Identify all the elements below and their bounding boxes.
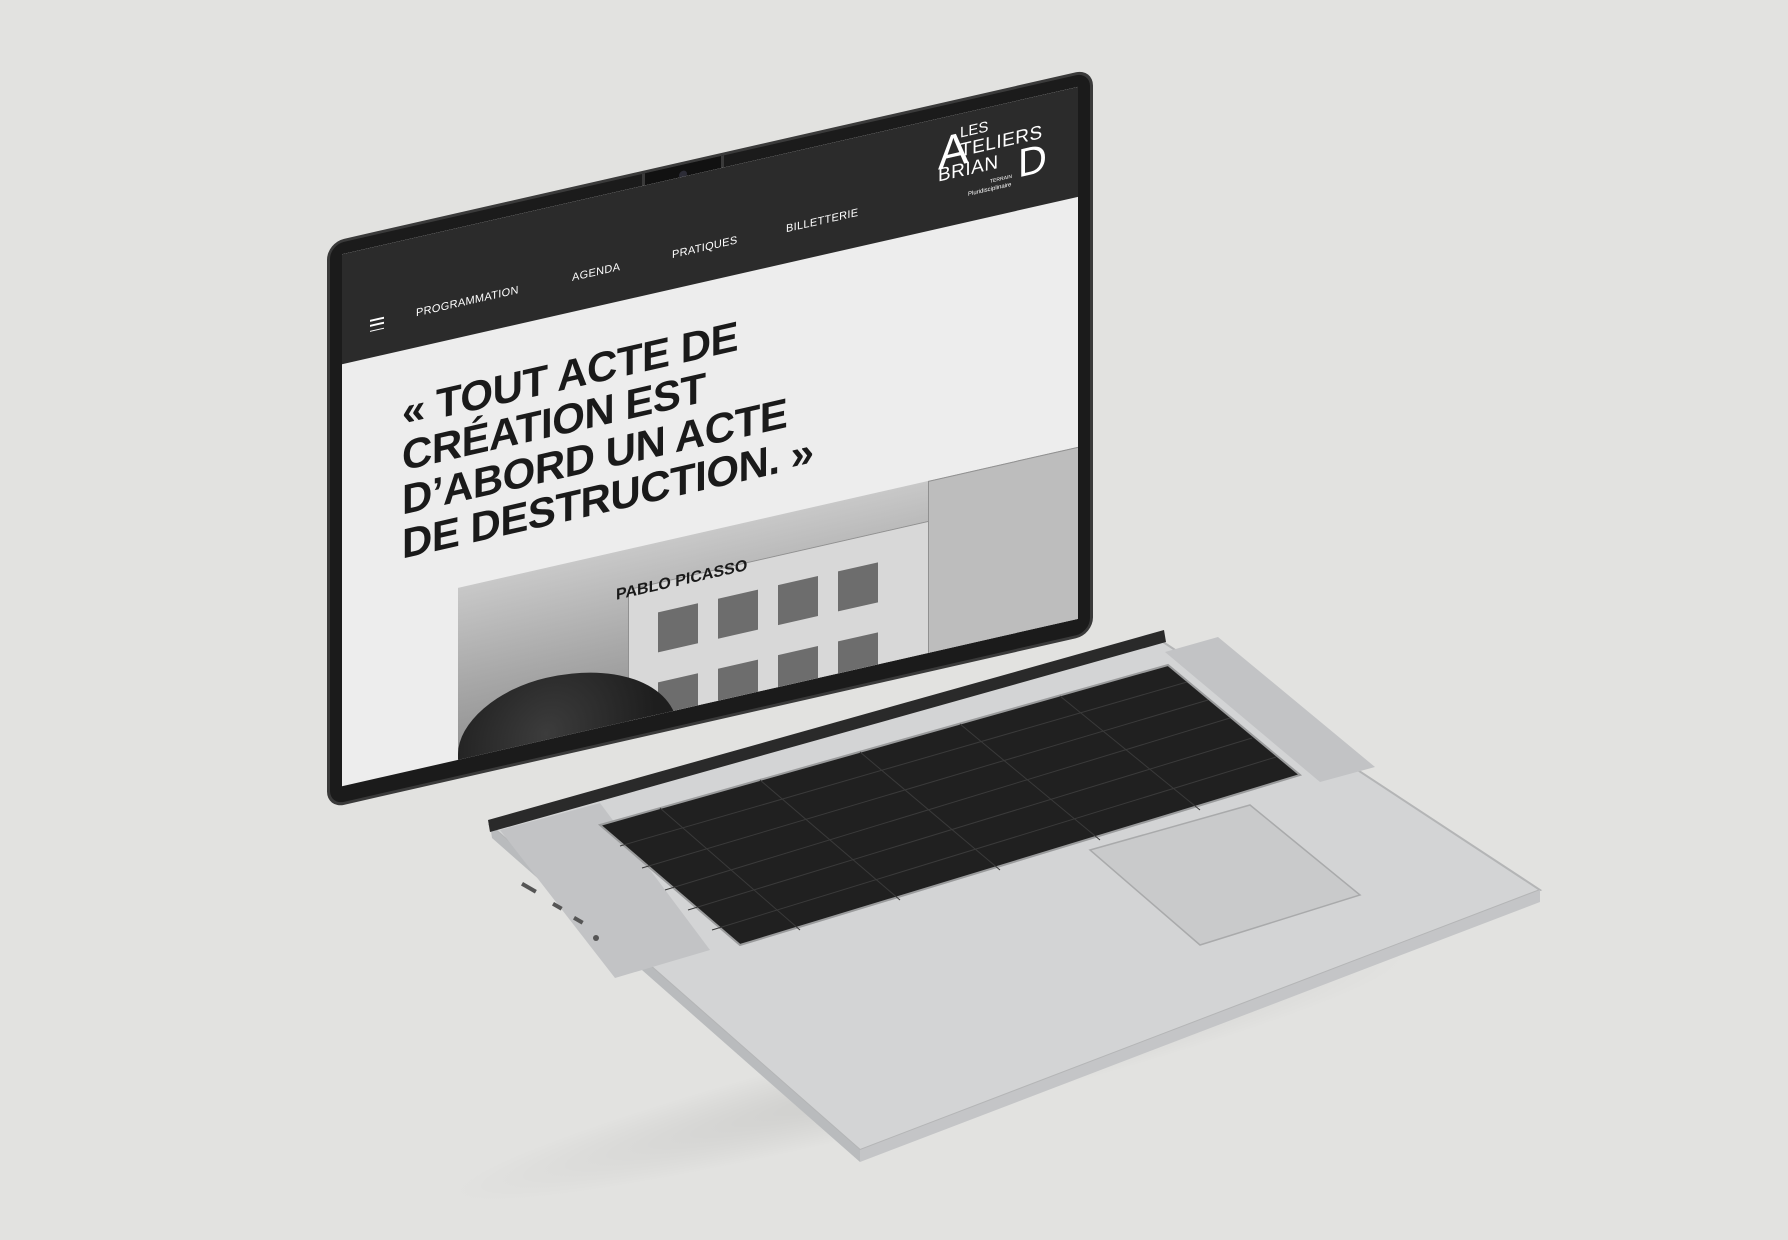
- hamburger-menu-icon[interactable]: [370, 316, 384, 332]
- nav-agenda[interactable]: AGENDA: [572, 261, 620, 284]
- site-logo[interactable]: A LES TELIERS BRIAN D TERRAIN Pluridisci…: [938, 101, 1058, 224]
- nav-billetterie[interactable]: BILLETTERIE: [786, 207, 858, 235]
- nav-programmation[interactable]: PROGRAMMATION: [416, 284, 519, 319]
- logo-letter-d: D: [1018, 135, 1047, 187]
- nav-pratiques[interactable]: PRATIQUES: [672, 234, 737, 261]
- scene: PROGRAMMATION AGENDA PRATIQUES BILLETTER…: [0, 0, 1788, 1240]
